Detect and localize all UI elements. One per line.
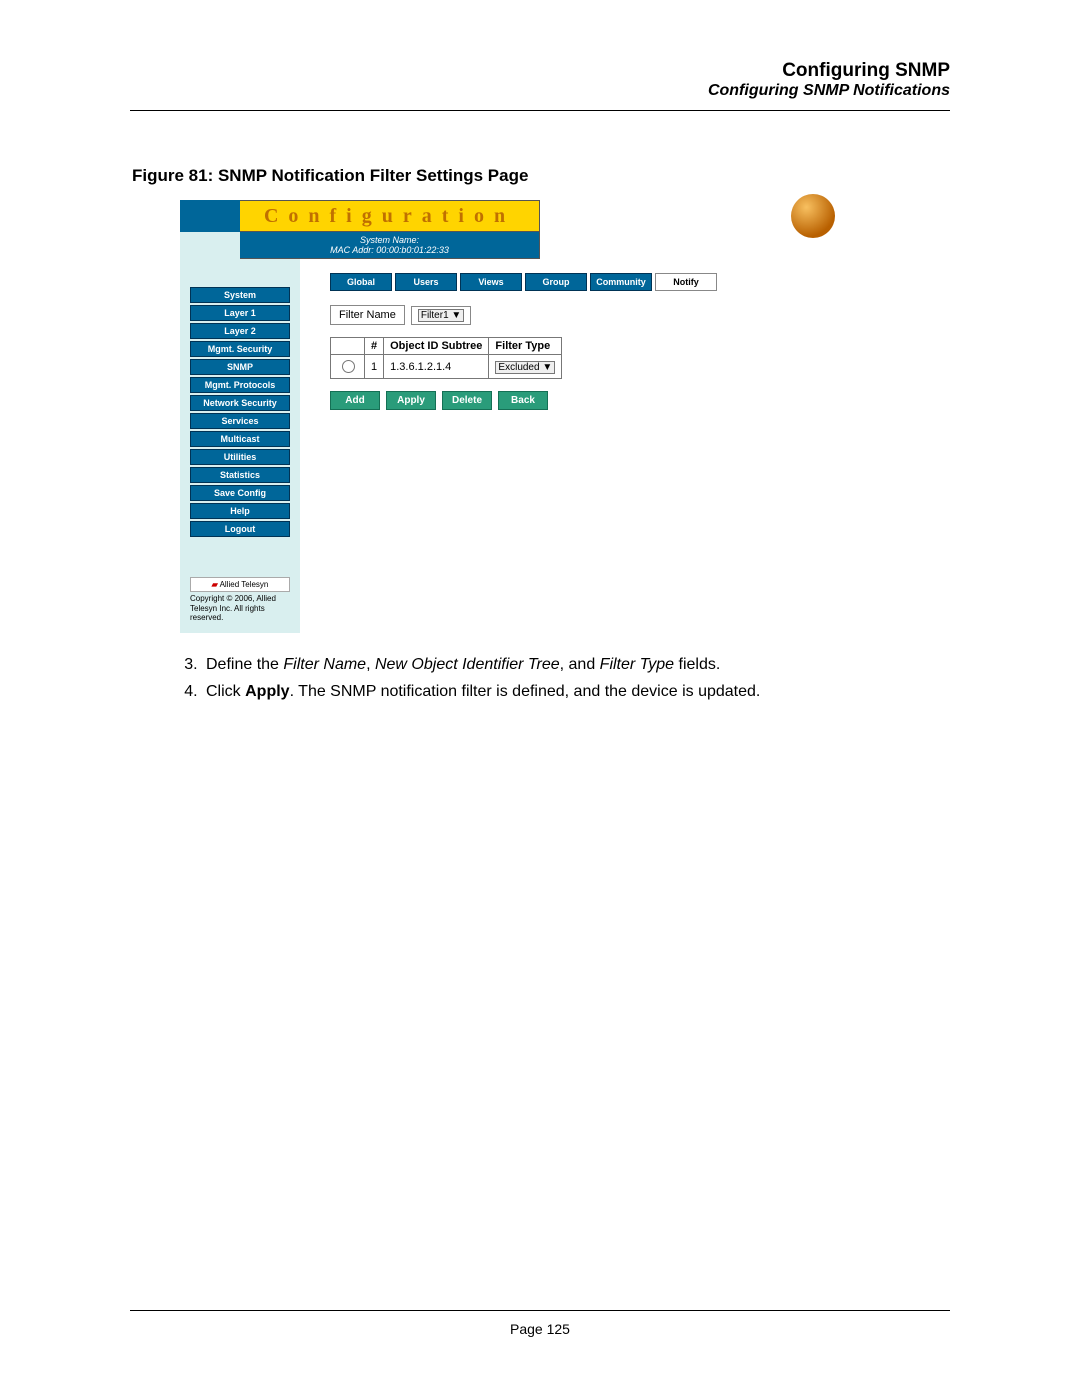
col-filter-type: Filter Type <box>489 338 562 355</box>
sidebar-item-save-config[interactable]: Save Config <box>190 485 290 501</box>
instruction-list: Define the Filter Name, New Object Ident… <box>130 653 950 705</box>
sidebar-item-multicast[interactable]: Multicast <box>190 431 290 447</box>
sidebar-copyright: Copyright © 2006, Allied Telesyn Inc. Al… <box>190 592 290 623</box>
page-number: Page 125 <box>0 1321 1080 1337</box>
back-button[interactable]: Back <box>498 391 548 410</box>
filter-name-select[interactable]: Filter1 ▼ <box>418 309 464 322</box>
step-3: Define the Filter Name, New Object Ident… <box>202 653 950 678</box>
sidebar-item-help[interactable]: Help <box>190 503 290 519</box>
sidebar-item-layer2[interactable]: Layer 2 <box>190 323 290 339</box>
add-button[interactable]: Add <box>330 391 380 410</box>
banner-right <box>540 200 845 232</box>
filter-type-select[interactable]: Excluded ▼ <box>495 361 555 374</box>
sidebar-item-logout[interactable]: Logout <box>190 521 290 537</box>
tab-views[interactable]: Views <box>460 273 522 291</box>
sidebar-item-system[interactable]: System <box>190 287 290 303</box>
globe-icon <box>791 194 835 238</box>
banner-left <box>180 200 240 232</box>
figure-caption: Figure 81: SNMP Notification Filter Sett… <box>130 166 950 186</box>
sidebar-item-layer1[interactable]: Layer 1 <box>190 305 290 321</box>
banner-title-bar: Configuration <box>240 200 540 232</box>
system-info-bar: System Name: MAC Addr: 00:00:b0:01:22:33 <box>240 232 540 259</box>
header-rule <box>130 110 950 111</box>
row-radio[interactable] <box>342 360 355 373</box>
screenshot-figure: Configuration System Name: MAC Addr: 00:… <box>180 200 845 633</box>
sidebar-item-mgmt-protocols[interactable]: Mgmt. Protocols <box>190 377 290 393</box>
delete-button[interactable]: Delete <box>442 391 492 410</box>
sidebar-item-snmp[interactable]: SNMP <box>190 359 290 375</box>
sidebar-item-mgmt-security[interactable]: Mgmt. Security <box>190 341 290 357</box>
step-4: Click Apply. The SNMP notification filte… <box>202 680 950 705</box>
row-num: 1 <box>365 355 384 379</box>
footer-rule <box>130 1310 950 1311</box>
header-title: Configuring SNMP <box>130 60 950 82</box>
sidebar-item-network-security[interactable]: Network Security <box>190 395 290 411</box>
apply-button[interactable]: Apply <box>386 391 436 410</box>
sidebar: System Layer 1 Layer 2 Mgmt. Security SN… <box>180 259 300 633</box>
tab-group[interactable]: Group <box>525 273 587 291</box>
header-subtitle: Configuring SNMP Notifications <box>130 82 950 100</box>
tab-bar: Global Users Views Group Community Notif… <box>330 273 845 291</box>
system-name-label: System Name: <box>240 235 539 245</box>
banner-title: Configuration <box>264 205 515 228</box>
sidebar-item-services[interactable]: Services <box>190 413 290 429</box>
sidebar-item-utilities[interactable]: Utilities <box>190 449 290 465</box>
col-num: # <box>365 338 384 355</box>
sidebar-item-statistics[interactable]: Statistics <box>190 467 290 483</box>
col-radio <box>331 338 365 355</box>
row-oid: 1.3.6.1.2.1.4 <box>384 355 489 379</box>
tab-global[interactable]: Global <box>330 273 392 291</box>
allied-telesyn-logo: ▰ Allied Telesyn <box>190 577 290 592</box>
table-row: 1 1.3.6.1.2.1.4 Excluded ▼ <box>331 355 562 379</box>
tab-community[interactable]: Community <box>590 273 652 291</box>
tab-notify[interactable]: Notify <box>655 273 717 291</box>
filter-name-label: Filter Name <box>330 305 405 325</box>
mac-addr-label: MAC Addr: 00:00:b0:01:22:33 <box>240 245 539 255</box>
main-panel: Global Users Views Group Community Notif… <box>300 259 845 633</box>
tab-users[interactable]: Users <box>395 273 457 291</box>
col-oid: Object ID Subtree <box>384 338 489 355</box>
filter-table: # Object ID Subtree Filter Type 1 1.3.6.… <box>330 337 562 379</box>
